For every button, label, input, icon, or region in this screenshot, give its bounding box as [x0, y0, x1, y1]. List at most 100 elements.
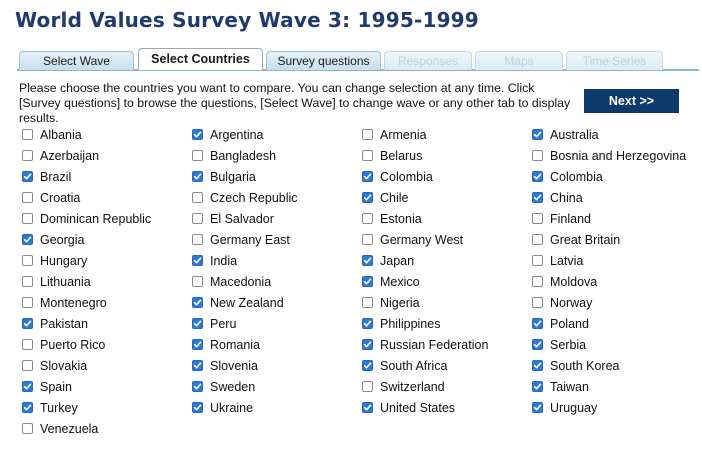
country-checkbox[interactable] [532, 381, 543, 392]
country-option[interactable]: Bangladesh [192, 145, 362, 166]
country-checkbox[interactable] [22, 255, 33, 266]
country-checkbox[interactable] [192, 276, 203, 287]
country-option[interactable]: Uruguay [532, 397, 702, 418]
country-checkbox[interactable] [362, 318, 373, 329]
country-checkbox[interactable] [22, 360, 33, 371]
country-option[interactable]: Croatia [22, 187, 192, 208]
country-option[interactable]: Bosnia and Herzegovina [532, 145, 702, 166]
country-option[interactable]: Georgia [22, 229, 192, 250]
country-option[interactable]: Nigeria [362, 292, 532, 313]
country-checkbox[interactable] [532, 150, 543, 161]
country-option[interactable]: Germany West [362, 229, 532, 250]
country-option[interactable]: Colombia [532, 166, 702, 187]
next-button[interactable]: Next >> [584, 89, 679, 113]
country-option[interactable]: South Korea [532, 355, 702, 376]
country-option[interactable]: Pakistan [22, 313, 192, 334]
country-option[interactable]: Bulgaria [192, 166, 362, 187]
country-checkbox[interactable] [192, 234, 203, 245]
country-option[interactable]: Taiwan [532, 376, 702, 397]
country-checkbox[interactable] [192, 339, 203, 350]
country-checkbox[interactable] [532, 234, 543, 245]
country-option[interactable]: Turkey [22, 397, 192, 418]
country-option[interactable]: China [532, 187, 702, 208]
country-option[interactable]: Sweden [192, 376, 362, 397]
country-option[interactable]: Latvia [532, 250, 702, 271]
country-checkbox[interactable] [362, 213, 373, 224]
country-checkbox[interactable] [22, 192, 33, 203]
country-checkbox[interactable] [192, 360, 203, 371]
country-option[interactable]: Serbia [532, 334, 702, 355]
country-option[interactable]: Spain [22, 376, 192, 397]
country-checkbox[interactable] [192, 297, 203, 308]
country-checkbox[interactable] [192, 255, 203, 266]
country-option[interactable]: South Africa [362, 355, 532, 376]
country-option[interactable]: Australia [532, 124, 702, 145]
country-option[interactable]: Finland [532, 208, 702, 229]
country-option[interactable]: Germany East [192, 229, 362, 250]
country-checkbox[interactable] [532, 192, 543, 203]
country-checkbox[interactable] [192, 129, 203, 140]
country-option[interactable]: Albania [22, 124, 192, 145]
country-checkbox[interactable] [532, 339, 543, 350]
country-option[interactable]: Azerbaijan [22, 145, 192, 166]
country-option[interactable]: Montenegro [22, 292, 192, 313]
country-checkbox[interactable] [192, 171, 203, 182]
tab-select-wave[interactable]: Select Wave [19, 51, 134, 70]
country-checkbox[interactable] [22, 213, 33, 224]
country-checkbox[interactable] [22, 339, 33, 350]
country-option[interactable]: Estonia [362, 208, 532, 229]
country-checkbox[interactable] [362, 171, 373, 182]
country-checkbox[interactable] [362, 255, 373, 266]
country-option[interactable]: Russian Federation [362, 334, 532, 355]
country-option[interactable]: Slovenia [192, 355, 362, 376]
country-option[interactable]: Romania [192, 334, 362, 355]
country-option[interactable]: Switzerland [362, 376, 532, 397]
country-checkbox[interactable] [362, 360, 373, 371]
country-option[interactable]: Mexico [362, 271, 532, 292]
country-option[interactable]: Hungary [22, 250, 192, 271]
country-checkbox[interactable] [22, 150, 33, 161]
country-option[interactable]: Dominican Republic [22, 208, 192, 229]
country-option[interactable]: Lithuania [22, 271, 192, 292]
country-checkbox[interactable] [532, 402, 543, 413]
country-checkbox[interactable] [22, 423, 33, 434]
tab-select-countries[interactable]: Select Countries [138, 48, 263, 70]
country-option[interactable]: Poland [532, 313, 702, 334]
country-option[interactable]: El Salvador [192, 208, 362, 229]
country-option[interactable]: Chile [362, 187, 532, 208]
country-checkbox[interactable] [22, 276, 33, 287]
country-option[interactable]: Norway [532, 292, 702, 313]
country-checkbox[interactable] [192, 381, 203, 392]
country-option[interactable]: Ukraine [192, 397, 362, 418]
country-checkbox[interactable] [192, 150, 203, 161]
country-checkbox[interactable] [22, 234, 33, 245]
country-checkbox[interactable] [22, 129, 33, 140]
country-checkbox[interactable] [532, 360, 543, 371]
country-checkbox[interactable] [362, 381, 373, 392]
country-checkbox[interactable] [532, 213, 543, 224]
country-option[interactable]: Brazil [22, 166, 192, 187]
country-option[interactable]: Czech Republic [192, 187, 362, 208]
country-option[interactable]: Armenia [362, 124, 532, 145]
country-option[interactable]: Venezuela [22, 418, 192, 439]
country-checkbox[interactable] [532, 297, 543, 308]
country-option[interactable]: Philippines [362, 313, 532, 334]
country-checkbox[interactable] [532, 318, 543, 329]
country-option[interactable]: Argentina [192, 124, 362, 145]
country-checkbox[interactable] [362, 297, 373, 308]
country-option[interactable]: Colombia [362, 166, 532, 187]
country-checkbox[interactable] [362, 150, 373, 161]
country-checkbox[interactable] [362, 129, 373, 140]
country-checkbox[interactable] [532, 129, 543, 140]
country-checkbox[interactable] [362, 276, 373, 287]
country-checkbox[interactable] [532, 171, 543, 182]
country-option[interactable]: New Zealand [192, 292, 362, 313]
country-checkbox[interactable] [532, 276, 543, 287]
country-option[interactable]: Peru [192, 313, 362, 334]
tab-survey-questions[interactable]: Survey questions [266, 51, 381, 70]
country-checkbox[interactable] [362, 234, 373, 245]
country-checkbox[interactable] [22, 171, 33, 182]
country-checkbox[interactable] [192, 213, 203, 224]
country-option[interactable]: United States [362, 397, 532, 418]
country-checkbox[interactable] [532, 255, 543, 266]
